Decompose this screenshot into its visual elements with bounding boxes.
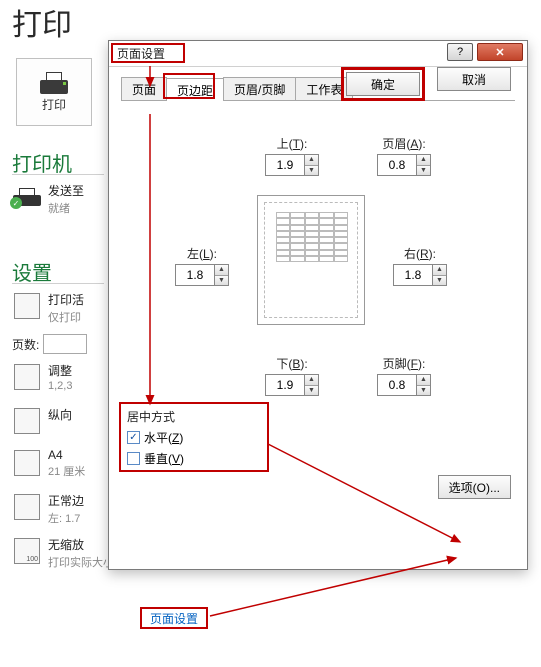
portrait-icon: [12, 406, 42, 436]
spin-down-icon[interactable]: ▼: [305, 166, 318, 176]
print-button[interactable]: 打印: [16, 58, 92, 126]
margin-left-spinner[interactable]: ▲▼: [175, 264, 229, 286]
preview-grid: [276, 212, 348, 262]
dialog-title-highlight: 页面设置: [111, 43, 185, 63]
scale-icon: 100: [12, 536, 42, 566]
center-horizontal-row[interactable]: 水平(Z): [127, 429, 261, 446]
margin-top-spinner[interactable]: ▲▼: [265, 154, 319, 176]
printer-name: 发送至: [48, 182, 84, 199]
grid-icon: [12, 291, 42, 321]
margin-bottom-spinner[interactable]: ▲▼: [265, 374, 319, 396]
margin-footer-field: 页脚(F): ▲▼: [377, 355, 431, 396]
margins-dropdown[interactable]: 正常边 左: 1.7: [12, 492, 104, 526]
options-button[interactable]: 选项(O)...: [438, 475, 511, 499]
margin-top-field: 上(T): ▲▼: [265, 135, 319, 176]
collate-icon: [12, 362, 42, 392]
paper-size-dropdown[interactable]: A4 21 厘米: [12, 448, 104, 479]
margin-header-input[interactable]: [378, 155, 416, 175]
center-group-title: 居中方式: [127, 408, 261, 425]
page-title: 打印: [12, 0, 72, 44]
margin-header-field: 页眉(A): ▲▼: [377, 135, 431, 176]
margin-left-input[interactable]: [176, 265, 214, 285]
margin-top-input[interactable]: [266, 155, 304, 175]
cancel-button[interactable]: 取消: [437, 67, 511, 91]
ok-button-highlight: 确定: [341, 67, 425, 101]
close-button[interactable]: ✕: [477, 43, 523, 61]
margin-right-input[interactable]: [394, 265, 432, 285]
tab-header-footer[interactable]: 页眉/页脚: [223, 77, 296, 100]
divider: [12, 174, 104, 175]
printer-dropdown[interactable]: ✓ 发送至 就绪: [12, 182, 104, 216]
center-group-highlight: 居中方式 水平(Z) 垂直(V): [119, 402, 269, 472]
margin-bottom-field: 下(B): ▲▼: [265, 355, 319, 396]
margin-preview: [257, 195, 365, 325]
pages-label: 页数:: [12, 336, 39, 353]
printer-ready-icon: ✓: [12, 182, 42, 212]
help-button[interactable]: ?: [447, 43, 473, 61]
center-vertical-row[interactable]: 垂直(V): [127, 450, 261, 467]
margin-bottom-input[interactable]: [266, 375, 304, 395]
print-range-dropdown[interactable]: 打印活 仅打印: [12, 291, 104, 325]
page-setup-link-highlight: 页面设置: [140, 607, 208, 629]
printer-section-heading: 打印机: [12, 148, 72, 177]
tab-page[interactable]: 页面: [121, 77, 167, 100]
printer-icon: [40, 72, 68, 94]
page-icon: [12, 448, 42, 478]
margin-left-field: 左(L): ▲▼: [175, 245, 229, 286]
margin-footer-input[interactable]: [378, 375, 416, 395]
pages-from-input[interactable]: [43, 334, 87, 354]
margin-header-spinner[interactable]: ▲▼: [377, 154, 431, 176]
center-horizontal-checkbox[interactable]: [127, 431, 140, 444]
orientation-dropdown[interactable]: 纵向: [12, 406, 104, 436]
center-vertical-checkbox[interactable]: [127, 452, 140, 465]
dialog-titlebar[interactable]: 页面设置 ? ✕: [109, 41, 527, 67]
margin-footer-spinner[interactable]: ▲▼: [377, 374, 431, 396]
printer-status: 就绪: [48, 200, 84, 216]
margin-right-spinner[interactable]: ▲▼: [393, 264, 447, 286]
tab-margins[interactable]: 页边距: [166, 78, 224, 101]
print-button-label: 打印: [42, 96, 66, 113]
page-setup-dialog: 页面设置 ? ✕ 页面 页边距 页眉/页脚 工作表 上(T): ▲▼ 页眉(A)…: [108, 40, 528, 570]
page-setup-link[interactable]: 页面设置: [150, 610, 198, 627]
spin-up-icon[interactable]: ▲: [305, 155, 318, 166]
dialog-title: 页面设置: [117, 45, 165, 62]
divider: [12, 283, 104, 284]
margin-right-field: 右(R): ▲▼: [393, 245, 447, 286]
ok-button[interactable]: 确定: [346, 72, 420, 96]
collate-dropdown[interactable]: 调整 1,2,3: [12, 362, 104, 392]
margins-icon: [12, 492, 42, 522]
settings-section-heading: 设置: [12, 257, 52, 286]
